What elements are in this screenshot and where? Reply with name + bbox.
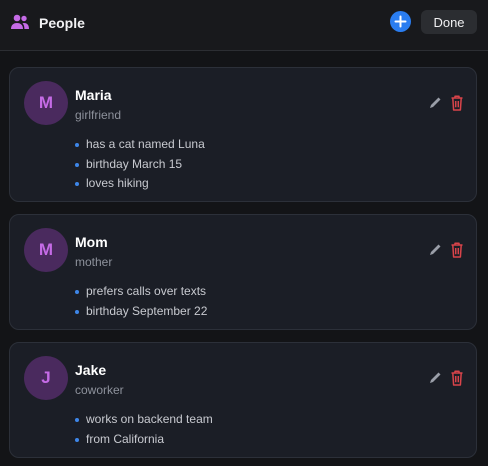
bullet-dot [75, 143, 79, 147]
plus-icon [394, 15, 407, 28]
person-relation: mother [75, 255, 113, 269]
list-item: from California [75, 430, 213, 450]
avatar: M [24, 228, 68, 272]
person-card: J Jake coworker works on backend team fr… [9, 342, 477, 458]
list-item: birthday September 22 [75, 302, 207, 322]
pencil-icon[interactable] [427, 242, 443, 258]
person-card: M Maria girlfriend has a cat named Luna … [9, 67, 477, 202]
person-card: M Mom mother prefers calls over texts bi… [9, 214, 477, 330]
people-screen: People Done M Maria girlfriend has a cat… [0, 0, 488, 466]
bullet-dot [75, 290, 79, 294]
list-item: has a cat named Luna [75, 135, 205, 155]
bullet-dot [75, 162, 79, 167]
list-item: prefers calls over texts [75, 282, 207, 302]
header-bar: People Done [0, 0, 488, 51]
people-icon [11, 14, 29, 29]
fact-text: has a cat named Luna [86, 137, 205, 151]
avatar: J [24, 356, 68, 400]
bullet-dot [75, 418, 79, 422]
avatar: M [24, 81, 68, 125]
bullet-dot [75, 182, 79, 186]
list-item: birthday March 15 [75, 155, 205, 175]
fact-text: birthday March 15 [86, 156, 183, 171]
fact-text: works on backend team [86, 412, 213, 426]
fact-text: from California [86, 431, 165, 446]
fact-text: loves hiking [86, 176, 149, 190]
list-item: works on backend team [75, 410, 213, 430]
person-relation: coworker [75, 383, 124, 397]
person-name: Maria [75, 87, 112, 103]
page-title: People [39, 15, 85, 31]
trash-icon[interactable] [449, 369, 465, 387]
fact-text: prefers calls over texts [86, 284, 207, 298]
person-name: Mom [75, 234, 108, 250]
fact-text: birthday September 22 [86, 303, 208, 318]
trash-icon[interactable] [449, 94, 465, 112]
person-name: Jake [75, 362, 107, 378]
done-button[interactable]: Done [421, 10, 477, 34]
add-person-button[interactable] [390, 11, 411, 32]
bullet-dot [75, 437, 79, 442]
fact-list: works on backend team from California [75, 410, 213, 449]
pencil-icon[interactable] [427, 370, 443, 386]
bullet-dot [75, 309, 79, 314]
fact-list: prefers calls over texts birthday Septem… [75, 282, 207, 321]
person-relation: girlfriend [75, 108, 122, 122]
pencil-icon[interactable] [427, 95, 443, 111]
fact-list: has a cat named Luna birthday March 15 l… [75, 135, 205, 194]
trash-icon[interactable] [449, 241, 465, 259]
list-item: loves hiking [75, 174, 205, 194]
